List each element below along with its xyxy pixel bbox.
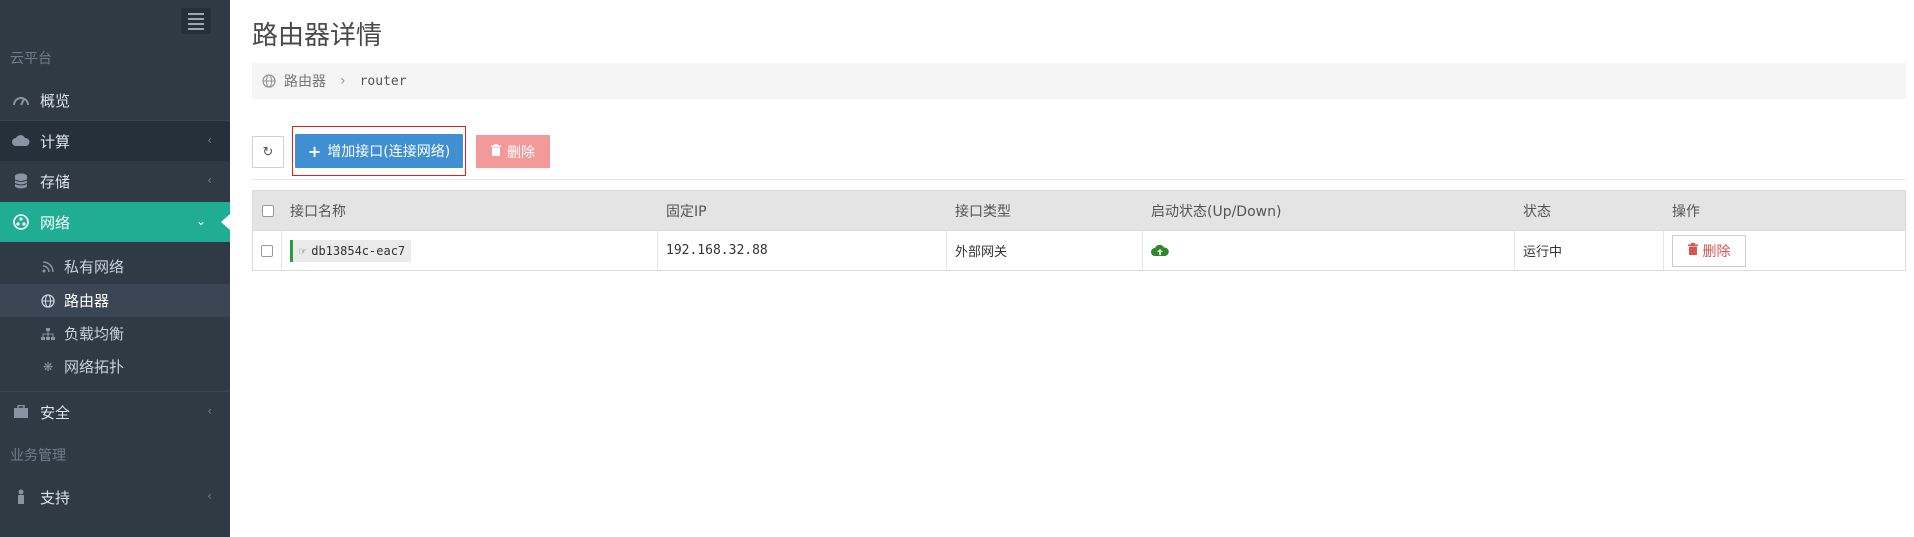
page-title: 路由器详情	[252, 21, 383, 51]
interface-name-link[interactable]: ☞ db13854c-eac7	[290, 239, 412, 262]
sidebar-item-storage[interactable]: 存储 ‹	[0, 161, 230, 201]
sidebar-item-label: 网络	[40, 213, 71, 232]
interface-type: 外部网关	[947, 231, 1143, 270]
sidebar: 云平台 概览 计算 ‹ 存储 ‹ 网络 ⌄ 私有网络 路由器 负载均衡 ❋ 网络…	[0, 0, 230, 537]
toolbar-divider	[252, 179, 1906, 180]
trash-icon	[491, 143, 501, 160]
admin-state-cell	[1143, 231, 1515, 270]
gear-icon: ❋	[42, 359, 54, 374]
sidebar-item-support[interactable]: 支持 ‹	[0, 477, 230, 517]
interface-status: 运行中	[1515, 231, 1664, 270]
sidebar-subitem-private-network[interactable]: 私有网络	[0, 250, 230, 283]
chevron-left-icon: ‹	[207, 173, 212, 187]
hand-pointer-icon: ☞	[299, 243, 307, 258]
sidebar-item-compute[interactable]: 计算 ‹	[0, 121, 230, 161]
database-icon	[10, 173, 32, 189]
delete-interface-button[interactable]: 删除	[1672, 234, 1746, 267]
interface-name: db13854c-eac7	[311, 243, 406, 258]
delete-interface-label: 删除	[1702, 243, 1731, 260]
sidebar-item-network[interactable]: 网络 ⌄	[0, 202, 230, 242]
interface-name-cell: ☞ db13854c-eac7	[282, 231, 658, 270]
delete-selected-button[interactable]: 删除	[476, 135, 550, 168]
sidebar-subitem-load-balancer[interactable]: 负载均衡	[0, 317, 230, 350]
column-header-admin-state[interactable]: 启动状态(Up/Down)	[1143, 191, 1515, 230]
sidebar-toggle-button[interactable]	[181, 8, 211, 34]
breadcrumb: 路由器 › router	[252, 63, 1906, 99]
select-all-checkbox[interactable]	[253, 191, 282, 230]
breadcrumb-current: router	[359, 73, 407, 89]
sidebar-item-label: 存储	[40, 172, 71, 191]
sidebar-section-cloud: 云平台	[10, 51, 52, 67]
sidebar-item-label: 计算	[40, 132, 71, 151]
add-interface-label: 增加接口(连接网络)	[327, 144, 451, 160]
cloud-icon	[10, 135, 32, 147]
sidebar-subitem-label: 负载均衡	[64, 325, 125, 343]
actions-cell: 删除	[1664, 231, 1905, 270]
row-checkbox[interactable]	[253, 231, 282, 270]
sidebar-section-business: 业务管理	[10, 448, 66, 464]
sidebar-item-security[interactable]: 安全 ‹	[0, 392, 230, 432]
network-icon	[10, 214, 32, 230]
sidebar-item-label: 安全	[40, 403, 71, 422]
table-header: 接口名称 固定IP 接口类型 启动状态(Up/Down) 状态 操作	[253, 191, 1905, 230]
sidebar-subitem-topology[interactable]: ❋ 网络拓扑	[0, 350, 230, 383]
fixed-ip: 192.168.32.88	[658, 231, 947, 270]
add-interface-button[interactable]: + 增加接口(连接网络)	[295, 134, 463, 168]
sidebar-item-overview[interactable]: 概览	[0, 80, 230, 120]
rss-icon	[40, 260, 56, 273]
sidebar-subitem-router[interactable]: 路由器	[0, 284, 230, 317]
briefcase-icon	[10, 405, 32, 419]
globe-icon	[262, 74, 276, 88]
sidebar-subitem-label: 路由器	[64, 292, 110, 310]
table-row: ☞ db13854c-eac7 192.168.32.88 外部网关 运行中 删…	[253, 230, 1905, 270]
sidebar-item-label: 概览	[40, 91, 71, 110]
chevron-left-icon: ‹	[207, 404, 212, 418]
trash-icon	[1687, 242, 1698, 259]
sitemap-icon	[40, 327, 56, 340]
refresh-icon: ↻	[262, 144, 274, 160]
breadcrumb-parent-link[interactable]: 路由器	[284, 71, 326, 91]
chevron-left-icon: ‹	[207, 489, 212, 503]
sidebar-subitem-label: 网络拓扑	[64, 358, 125, 376]
chevron-down-icon: ⌄	[195, 214, 206, 228]
column-header-actions: 操作	[1672, 203, 1700, 220]
interfaces-table: 接口名称 固定IP 接口类型 启动状态(Up/Down) 状态 操作 ☞ db1…	[252, 190, 1906, 271]
column-header-ip[interactable]: 固定IP	[658, 191, 947, 230]
plus-icon: +	[307, 141, 322, 161]
delete-label: 删除	[507, 144, 535, 161]
user-icon	[10, 489, 32, 505]
dashboard-icon	[10, 93, 32, 107]
refresh-button[interactable]: ↻	[252, 136, 284, 168]
column-header-status[interactable]: 状态	[1515, 191, 1664, 230]
breadcrumb-separator: ›	[340, 73, 346, 89]
cloud-upload-icon	[1151, 244, 1169, 257]
sidebar-subitem-label: 私有网络	[64, 258, 125, 276]
column-header-name[interactable]: 接口名称	[282, 191, 658, 230]
sidebar-item-label: 支持	[40, 488, 71, 507]
globe-icon	[40, 293, 56, 308]
chevron-left-icon: ‹	[207, 133, 212, 147]
column-header-type[interactable]: 接口类型	[947, 191, 1143, 230]
